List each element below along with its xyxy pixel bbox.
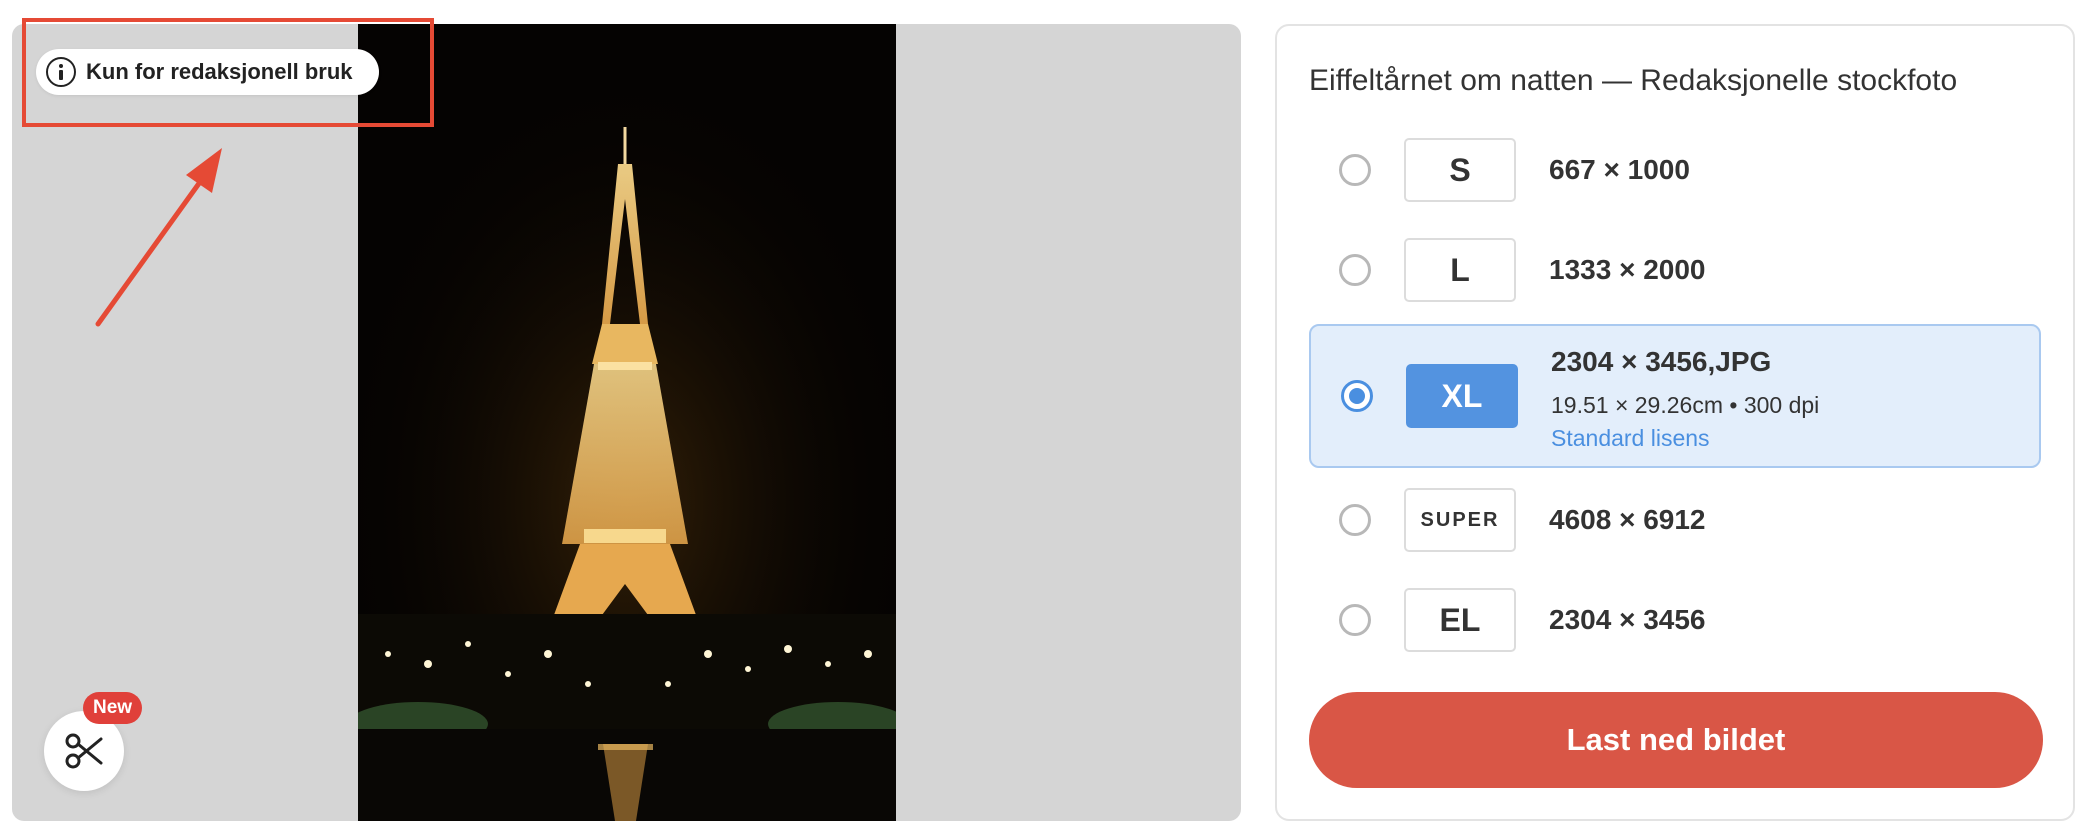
size-label-super: SUPER: [1404, 488, 1516, 552]
size-radio-s[interactable]: [1339, 154, 1371, 186]
size-print-info-xl: 19.51 × 29.26cm • 300 dpi: [1551, 392, 1820, 418]
download-panel: Eiffeltårnet om natten — Redaksjonelle s…: [1275, 24, 2075, 821]
size-radio-el[interactable]: [1339, 604, 1371, 636]
size-option-el[interactable]: EL 2304 × 3456: [1309, 588, 2041, 652]
scissors-icon: [65, 733, 103, 769]
size-option-xl[interactable]: XL 2304 × 3456,JPG 19.51 × 29.26cm • 300…: [1309, 324, 2041, 468]
size-option-super[interactable]: SUPER 4608 × 6912: [1309, 488, 2041, 552]
size-dimensions-super: 4608 × 6912: [1549, 504, 1706, 535]
size-radio-xl[interactable]: [1341, 380, 1373, 412]
size-option-l[interactable]: L 1333 × 2000: [1309, 238, 2041, 302]
license-link[interactable]: Standard lisens: [1551, 425, 1710, 452]
new-badge: New: [83, 692, 143, 724]
annotation-highlight-box: [22, 18, 434, 127]
size-radio-l[interactable]: [1339, 254, 1371, 286]
panel-title: Eiffeltårnet om natten — Redaksjonelle s…: [1309, 64, 1958, 97]
eiffel-tower-photo[interactable]: [358, 24, 896, 821]
size-option-s[interactable]: S 667 × 1000: [1309, 138, 2041, 202]
download-button[interactable]: Last ned bildet: [1309, 692, 2043, 788]
size-label-xl: XL: [1406, 364, 1518, 428]
size-dimensions-xl: 2304 × 3456,JPG: [1551, 346, 1772, 377]
size-radio-super[interactable]: [1339, 504, 1371, 536]
size-label-el: EL: [1404, 588, 1516, 652]
image-preview: Kun for redaksjonell bruk New: [12, 24, 1241, 821]
size-label-l: L: [1404, 238, 1516, 302]
size-dimensions-s: 667 × 1000: [1549, 154, 1690, 185]
size-dimensions-el: 2304 × 3456: [1549, 604, 1706, 635]
size-label-s: S: [1404, 138, 1516, 202]
size-dimensions-l: 1333 × 2000: [1549, 254, 1706, 285]
